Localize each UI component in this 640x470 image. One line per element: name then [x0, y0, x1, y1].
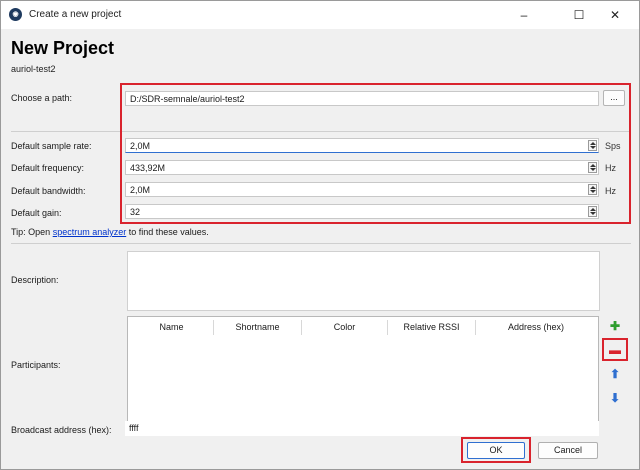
tip-text: Tip: Open spectrum analyzer to find thes… — [11, 227, 209, 237]
gain-label: Default gain: — [11, 208, 62, 218]
ok-button[interactable]: OK — [467, 442, 525, 459]
divider — [11, 243, 631, 244]
minimize-button[interactable]: – — [501, 1, 547, 29]
tip-suffix: to find these values. — [126, 227, 209, 237]
move-down-icon[interactable]: ⬇ — [608, 391, 622, 405]
tip-prefix: Tip: Open — [11, 227, 53, 237]
window-title: Create a new project — [29, 9, 122, 20]
participants-label: Participants: — [11, 360, 61, 370]
frequency-label: Default frequency: — [11, 163, 85, 173]
app-logo-icon: ◉ — [9, 8, 22, 21]
column-header-color[interactable]: Color — [302, 320, 388, 335]
description-label: Description: — [11, 275, 59, 285]
table-header: Name Shortname Color Relative RSSI Addre… — [130, 320, 596, 335]
title-bar: ◉ Create a new project – ☐ ✕ — [1, 1, 639, 29]
bandwidth-label: Default bandwidth: — [11, 186, 86, 196]
move-up-icon[interactable]: ⬆ — [608, 367, 622, 381]
spectrum-analyzer-link[interactable]: spectrum analyzer — [53, 227, 127, 237]
participants-table[interactable]: Name Shortname Color Relative RSSI Addre… — [127, 316, 599, 422]
broadcast-input[interactable] — [125, 421, 599, 434]
add-participant-icon[interactable]: ✚ — [608, 319, 622, 333]
remove-participant-icon[interactable]: ▬ — [608, 343, 622, 357]
column-header-address[interactable]: Address (hex) — [476, 320, 596, 335]
column-header-name[interactable]: Name — [130, 320, 214, 335]
description-textarea[interactable] — [127, 251, 600, 311]
broadcast-field[interactable] — [125, 421, 599, 436]
cancel-button[interactable]: Cancel — [538, 442, 598, 459]
project-dialog: ◉ Create a new project – ☐ ✕ New Project… — [0, 0, 640, 470]
broadcast-label: Broadcast address (hex): — [11, 425, 112, 435]
path-label: Choose a path: — [11, 93, 73, 103]
column-header-rssi[interactable]: Relative RSSI — [388, 320, 476, 335]
project-name: auriol-test2 — [11, 64, 56, 74]
page-title: New Project — [11, 38, 115, 58]
close-button[interactable]: ✕ — [592, 1, 638, 29]
sample-rate-label: Default sample rate: — [11, 141, 92, 151]
highlight-box — [120, 83, 631, 224]
column-header-shortname[interactable]: Shortname — [214, 320, 302, 335]
